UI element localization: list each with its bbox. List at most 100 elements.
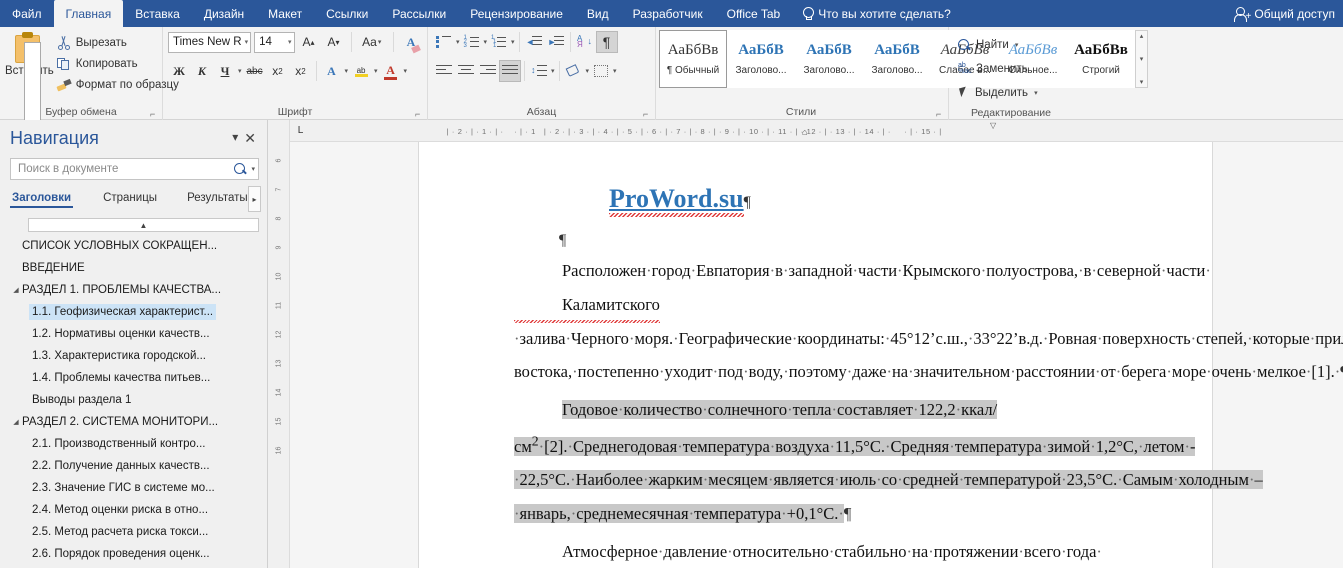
nav-heading-9[interactable]: 2.1. Производственный контро... [10, 433, 259, 455]
chevron-right-icon[interactable]: ▸ [248, 186, 261, 212]
first-line-indent-icon[interactable]: ▽ [990, 121, 996, 130]
collapse-all-button[interactable]: ▲ [28, 218, 259, 232]
font-color-button[interactable]: A [380, 60, 402, 82]
paragraph-2[interactable]: Годовое·количество·солнечного·тепла·сост… [514, 393, 1263, 531]
bullets-button[interactable] [433, 31, 455, 53]
nav-heading-12[interactable]: 2.4. Метод оценки риска в отно... [10, 499, 259, 521]
nav-heading-7[interactable]: Выводы раздела 1 [10, 389, 259, 411]
nav-heading-0[interactable]: СПИСОК УСЛОВНЫХ СОКРАЩЕН... [10, 235, 259, 257]
multilevel-list-button[interactable]: 111 [488, 31, 510, 53]
tab-developer[interactable]: Разработчик [621, 0, 715, 27]
nav-heading-1[interactable]: ВВЕДЕНИЕ [10, 257, 259, 279]
show-formatting-marks-button[interactable]: ¶ [595, 31, 618, 53]
tell-me-box[interactable]: Что вы хотите сделать? [792, 0, 961, 27]
search-dropdown-icon[interactable]: ▾ [250, 165, 256, 173]
paragraph-dialog-launcher[interactable]: ⌐ [643, 109, 653, 119]
search-input[interactable] [16, 162, 235, 176]
increase-indent-button[interactable]: ► [545, 31, 567, 53]
strikethrough-button[interactable]: abc [244, 60, 266, 82]
nav-heading-10[interactable]: 2.2. Получение данных качеств... [10, 455, 259, 477]
nav-heading-14[interactable]: 2.6. Порядок проведения оценк... [10, 543, 259, 565]
select-dropdown-icon[interactable]: ▾ [1033, 89, 1039, 97]
nav-heading-11[interactable]: 2.3. Значение ГИС в системе мо... [10, 477, 259, 499]
font-dialog-launcher[interactable]: ⌐ [415, 109, 425, 119]
tab-stop-selector[interactable]: L [292, 122, 309, 139]
sort-button[interactable]: AЯ ↓ [574, 31, 596, 53]
borders-button[interactable] [590, 60, 612, 82]
document-page[interactable]: ProWord.su ¶ ¶ Расположен·город·Евпатори… [418, 142, 1343, 568]
clear-formatting-button[interactable]: A [400, 31, 422, 53]
tab-file[interactable]: Файл [0, 0, 54, 27]
style-item-heading1[interactable]: АаБбВ Заголово... [727, 30, 795, 88]
page-title[interactable]: ProWord.su [609, 184, 744, 217]
tab-view[interactable]: Вид [575, 0, 621, 27]
style-item-intense[interactable]: АаБбВв Строгий [1067, 30, 1135, 88]
align-left-button[interactable] [433, 60, 455, 82]
grow-font-button[interactable]: A ▴ [298, 31, 320, 53]
shading-button[interactable] [563, 60, 585, 82]
select-button[interactable]: Выделить ▾ [954, 81, 1068, 105]
find-dropdown-icon[interactable]: ▾ [1014, 41, 1020, 49]
decrease-indent-button[interactable]: ◄ [523, 31, 545, 53]
find-button[interactable]: Найти ▾ [954, 33, 1068, 57]
font-size-combo[interactable]: 14 ▾ [254, 31, 295, 53]
underline-button[interactable]: Ч [214, 60, 236, 82]
nav-heading-3[interactable]: 1.1. Геофизическая характерист... [10, 301, 259, 323]
nav-heading-6[interactable]: 1.4. Проблемы качества питьев... [10, 367, 259, 389]
clipboard-dialog-launcher[interactable]: ⌐ [150, 109, 160, 119]
text-effects-button[interactable]: A [321, 60, 343, 82]
tab-review[interactable]: Рецензирование [458, 0, 575, 27]
numbering-button[interactable]: 123 [461, 31, 483, 53]
justify-button[interactable] [499, 60, 521, 82]
styles-gallery-scrollbar[interactable]: ▴ ▾ ▾ [1135, 30, 1148, 88]
superscript-button[interactable]: x2 [290, 60, 312, 82]
change-case-button[interactable]: Aa ▾ [357, 31, 387, 53]
chevron-down-icon[interactable]: ▾ [229, 126, 241, 144]
nav-heading-4[interactable]: 1.2. Нормативы оценки качеств... [10, 323, 259, 345]
nav-heading-2[interactable]: ◢ РАЗДЕЛ 1. ПРОБЛЕМЫ КАЧЕСТВА... [10, 279, 259, 301]
indent-marker-icon[interactable]: ⌂ [802, 127, 807, 137]
text-effects-dropdown-icon[interactable]: ▾ [344, 67, 350, 75]
nav-heading-8[interactable]: ◢ РАЗДЕЛ 2. СИСТЕМА МОНИТОРИ... [10, 411, 259, 433]
styles-scroll-down-icon[interactable]: ▾ [1140, 55, 1144, 63]
empty-paragraph[interactable]: ¶ [559, 232, 1212, 250]
nav-tab-pages[interactable]: Страницы [101, 192, 159, 208]
horizontal-ruler[interactable]: L | · 2 · | · 1 · | · · | · 1 | · 2 · | … [290, 120, 1343, 142]
style-item-heading3[interactable]: АаБбВ Заголово... [863, 30, 931, 88]
nav-tab-headings[interactable]: Заголовки [10, 192, 74, 208]
tab-references[interactable]: Ссылки [314, 0, 380, 27]
expand-triangle-icon[interactable]: ◢ [10, 418, 22, 426]
nav-heading-13[interactable]: 2.5. Метод расчета риска токси... [10, 521, 259, 543]
tab-mailings[interactable]: Рассылки [380, 0, 458, 27]
line-spacing-dropdown-icon[interactable]: ▾ [550, 67, 556, 75]
styles-scroll-up-icon[interactable]: ▴ [1140, 32, 1144, 40]
subscript-button[interactable]: x2 [267, 60, 289, 82]
style-item-normal[interactable]: АаБбВв ¶ Обычный [659, 30, 727, 88]
multilevel-dropdown-icon[interactable]: ▾ [510, 38, 516, 46]
expand-triangle-icon[interactable]: ◢ [10, 286, 22, 294]
paragraph-3[interactable]: Атмосферное·давление·относительно·стабил… [514, 535, 1182, 568]
style-item-heading2[interactable]: АаБбВ Заголово... [795, 30, 863, 88]
line-spacing-button[interactable]: ↕ [528, 60, 550, 82]
borders-dropdown-icon[interactable]: ▾ [612, 67, 618, 75]
nav-tab-results[interactable]: Результаты [185, 192, 250, 208]
styles-dialog-launcher[interactable]: ⌐ [936, 109, 946, 119]
nav-heading-5[interactable]: 1.3. Характеристика городской... [10, 345, 259, 367]
font-name-combo[interactable]: Times New R ▾ [168, 31, 252, 53]
replace-button[interactable]: ab %ac Заменить [954, 57, 1068, 81]
paragraph-1[interactable]: Расположен·город·Евпатория·в·западной·ча… [514, 254, 1343, 389]
align-center-button[interactable] [455, 60, 477, 82]
highlight-dropdown-icon[interactable]: ▾ [373, 67, 379, 75]
shrink-font-button[interactable]: A ▾ [323, 31, 345, 53]
tab-home[interactable]: Главная [53, 0, 124, 27]
font-color-dropdown-icon[interactable]: ▾ [403, 67, 409, 75]
navigation-search-box[interactable]: ▾ [10, 158, 259, 180]
italic-button[interactable]: К [191, 60, 213, 82]
highlight-button[interactable]: ab [350, 60, 372, 82]
underline-dropdown-icon[interactable]: ▾ [237, 67, 243, 75]
paste-button[interactable]: Вставить ▾ [5, 30, 54, 472]
share-button[interactable]: + Общий доступ [1234, 0, 1335, 27]
align-right-button[interactable] [477, 60, 499, 82]
vertical-ruler[interactable]: 6 7 8 9 10 11 12 13 14 15 16 [268, 120, 290, 568]
document-scroll-region[interactable]: ProWord.su ¶ ¶ Расположен·город·Евпатори… [290, 142, 1343, 568]
